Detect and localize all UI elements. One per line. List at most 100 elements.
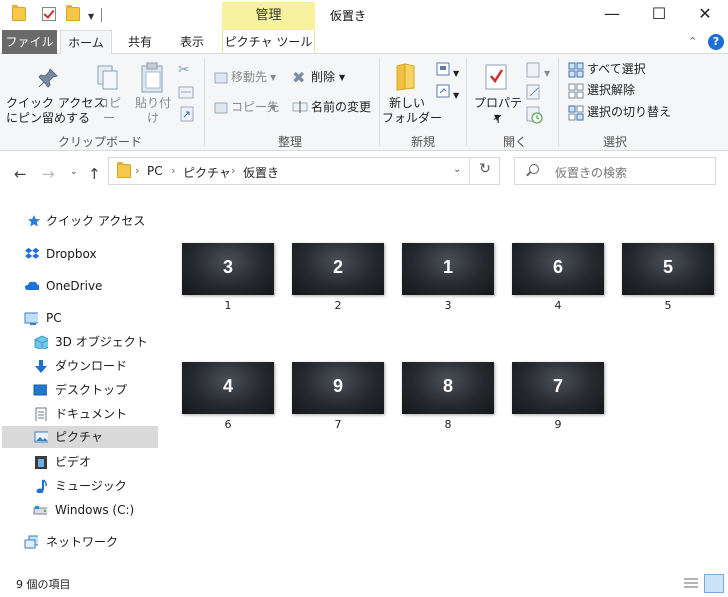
file-thumbnail[interactable]: 2	[292, 243, 384, 295]
tab-view[interactable]: 表示	[170, 30, 214, 54]
search-box[interactable]: 仮置きの検索	[514, 157, 716, 185]
new-folder-icon[interactable]	[66, 5, 80, 21]
nav-item-music[interactable]: ミュージック	[30, 475, 160, 497]
nav-label: PC	[46, 311, 62, 325]
tab-file[interactable]: ファイル	[2, 30, 57, 54]
copy-to-dropdown-icon[interactable]: ▼	[270, 100, 276, 115]
invert-selection-button[interactable]: 選択の切り替え	[587, 105, 671, 120]
file-name: 3	[444, 299, 452, 312]
file-thumbnail[interactable]: 7	[512, 362, 604, 414]
help-icon[interactable]: ?	[708, 34, 724, 50]
file-list: 312213645546978879	[160, 195, 728, 570]
open-icon[interactable]	[526, 62, 542, 78]
collapse-ribbon-icon[interactable]: ⌃	[688, 35, 697, 48]
navigation-pane: クイック アクセス Dropbox OneDrive PC 3D オブジェクト …	[0, 195, 160, 570]
nav-item-3d-objects[interactable]: 3D オブジェクト	[30, 331, 160, 353]
new-folder-button[interactable]: 新しい フォルダー	[382, 96, 442, 126]
select-none-button[interactable]: 選択解除	[587, 83, 635, 98]
address-bar[interactable]: › PC › ピクチャ › 仮置き ⌄ ↻	[108, 157, 500, 185]
tab-share[interactable]: 共有	[118, 30, 162, 54]
nav-item-documents[interactable]: ドキュメント	[30, 403, 160, 425]
open-dropdown-icon[interactable]: ▼	[544, 66, 550, 81]
paste-button[interactable]: 貼り付け	[130, 96, 176, 126]
nav-item-onedrive[interactable]: OneDrive	[22, 275, 160, 297]
new-folder-icon	[396, 63, 415, 91]
rename-button[interactable]: 名前の変更	[311, 100, 371, 115]
nav-item-quick-access[interactable]: クイック アクセス	[22, 210, 160, 232]
nav-item-desktop[interactable]: デスクトップ	[30, 379, 160, 401]
file-item[interactable]: 31	[182, 243, 274, 321]
breadcrumb-pictures[interactable]: ピクチャ	[183, 164, 231, 181]
refresh-button[interactable]: ↻	[471, 161, 499, 177]
history-icon[interactable]	[526, 106, 544, 124]
pin-quick-access-button[interactable]: クイック アクセス にピン留めする	[6, 96, 105, 126]
select-all-icon	[568, 62, 584, 78]
copy-button[interactable]: コピー	[92, 96, 126, 126]
file-name: 8	[444, 418, 452, 431]
cut-icon[interactable]: ✂	[178, 62, 190, 78]
forward-button[interactable]: →	[42, 165, 55, 183]
properties-dropdown-icon[interactable]: ▼	[494, 110, 500, 125]
large-icons-view-icon[interactable]	[704, 574, 724, 593]
nav-item-pictures[interactable]: ピクチャ	[2, 426, 158, 448]
nav-item-pc[interactable]: PC	[22, 307, 160, 329]
file-thumbnail[interactable]: 5	[622, 243, 714, 295]
delete-dropdown-icon[interactable]: ▼	[339, 70, 345, 85]
move-to-dropdown-icon[interactable]: ▼	[270, 70, 276, 85]
file-thumbnail[interactable]: 9	[292, 362, 384, 414]
maximize-button[interactable]: ☐	[636, 0, 682, 30]
copy-path-icon[interactable]	[178, 86, 194, 100]
file-item[interactable]: 79	[512, 362, 604, 440]
delete-button[interactable]: 削除	[311, 70, 335, 85]
nav-item-windows-c[interactable]: Windows (C:)	[30, 499, 160, 521]
nav-label: ピクチャ	[55, 430, 103, 444]
recent-locations-icon[interactable]: ⌄	[70, 167, 78, 177]
file-item[interactable]: 88	[402, 362, 494, 440]
address-dropdown-icon[interactable]: ⌄	[453, 164, 461, 175]
file-name: 4	[554, 299, 562, 312]
customize-toolbar-icon[interactable]: ▼	[88, 12, 94, 21]
tab-picture-tools[interactable]: ピクチャ ツール	[222, 30, 315, 54]
tab-manage[interactable]: 管理	[222, 2, 315, 30]
details-view-icon[interactable]	[683, 577, 699, 591]
file-thumbnail[interactable]: 3	[182, 243, 274, 295]
back-button[interactable]: ←	[14, 165, 27, 183]
nav-item-dropbox[interactable]: Dropbox	[22, 243, 160, 265]
new-item-icon[interactable]	[436, 62, 454, 78]
properties-icon[interactable]	[42, 7, 56, 21]
dropbox-icon	[25, 247, 39, 259]
file-item[interactable]: 97	[292, 362, 384, 440]
nav-item-downloads[interactable]: ダウンロード	[30, 355, 160, 377]
tab-home[interactable]: ホーム	[60, 30, 112, 55]
file-item[interactable]: 46	[182, 362, 274, 440]
move-to-button[interactable]: 移動先	[231, 70, 267, 85]
up-button[interactable]: ↑	[88, 165, 101, 183]
select-all-button[interactable]: すべて選択	[587, 62, 646, 77]
paste-shortcut-icon[interactable]	[180, 106, 194, 122]
folder-icon[interactable]	[12, 5, 26, 21]
minimize-button[interactable]: —	[589, 0, 635, 30]
new-item-dropdown-icon[interactable]: ▼	[453, 66, 459, 81]
file-thumbnail[interactable]: 6	[512, 243, 604, 295]
title-bar: ▼ 管理 仮置き — ☐ ✕	[0, 0, 728, 30]
group-separator	[204, 58, 205, 146]
download-icon	[35, 360, 47, 373]
edit-icon[interactable]	[526, 84, 542, 100]
file-item[interactable]: 13	[402, 243, 494, 321]
file-thumbnail[interactable]: 4	[182, 362, 274, 414]
file-item[interactable]: 55	[622, 243, 714, 321]
file-thumbnail[interactable]: 1	[402, 243, 494, 295]
close-button[interactable]: ✕	[682, 0, 728, 30]
easy-access-icon[interactable]	[436, 84, 454, 100]
nav-item-network[interactable]: ネットワーク	[22, 531, 160, 553]
file-thumbnail[interactable]: 8	[402, 362, 494, 414]
file-item[interactable]: 22	[292, 243, 384, 321]
nav-item-videos[interactable]: ビデオ	[30, 451, 160, 473]
easy-access-dropdown-icon[interactable]: ▼	[453, 88, 459, 103]
search-input[interactable]: 仮置きの検索	[555, 164, 627, 181]
breadcrumb-current[interactable]: 仮置き	[243, 164, 279, 181]
network-icon	[24, 535, 38, 549]
breadcrumb-pc[interactable]: PC	[147, 164, 163, 178]
file-item[interactable]: 64	[512, 243, 604, 321]
invert-selection-icon	[568, 105, 584, 121]
